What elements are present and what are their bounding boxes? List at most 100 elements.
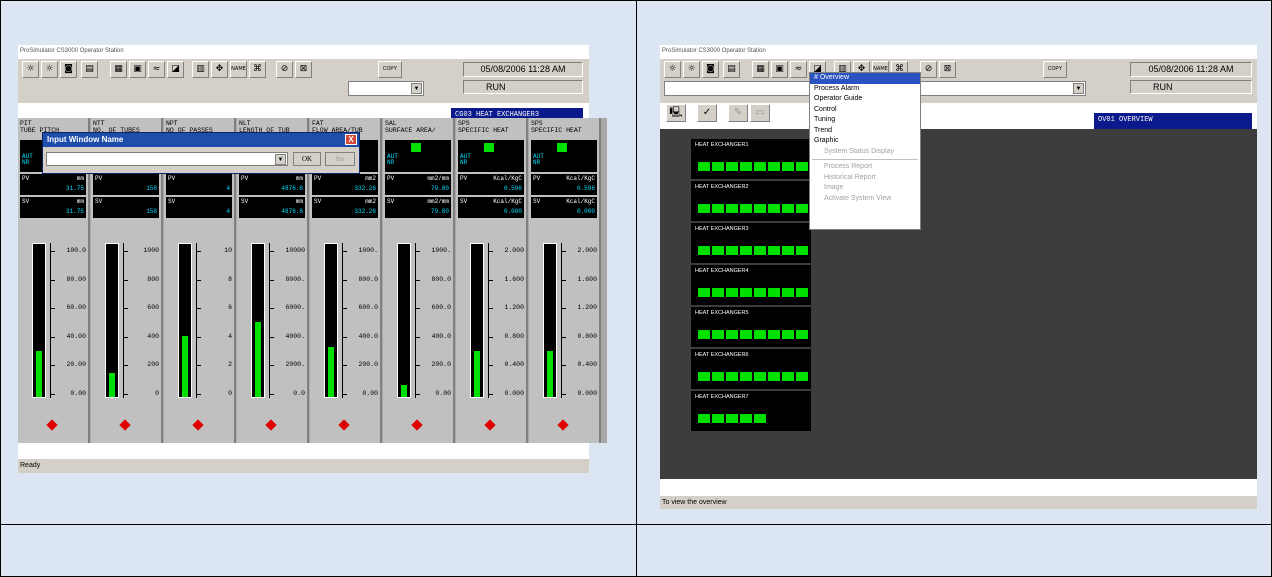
heat-exchanger-panel[interactable]: HEAT EXCHANGER6 [691,349,811,389]
scale-tick [489,308,493,309]
alarm-diamond-icon[interactable] [484,419,496,431]
scale-tick [489,251,493,252]
monitor-icon[interactable]: ▣ [129,61,146,78]
pv-display[interactable]: PV mm 4876.8 [239,174,305,195]
alarm-diamond-icon[interactable] [192,419,204,431]
scale-tick [562,393,566,395]
heat-exchanger-panel[interactable]: HEAT EXCHANGER4 [691,265,811,305]
name-icon[interactable]: NAME [230,61,247,78]
panel-icon[interactable]: ▤ [81,61,98,78]
tuning-icon[interactable]: ▦ [752,61,769,78]
trend-icon[interactable]: ≈ [790,61,807,78]
heat-exchanger-panel[interactable]: HEAT EXCHANGER1 [691,139,811,179]
menu-item[interactable]: Process Alarm [810,84,920,95]
chevron-down-icon[interactable]: ▼ [275,154,286,165]
network-icon[interactable]: ⊠ [295,61,312,78]
pv-display[interactable]: PV Kcal/KgC 0.596 [531,174,597,195]
sv-display[interactable]: SV mm2 332.26 [312,197,378,218]
window-title: ProSimulator CS3000 Operator Station [660,45,1257,59]
menu-item[interactable]: Control [810,105,920,116]
menu-item[interactable]: # Overview [810,73,920,84]
faceplate[interactable]: SPS SPECIFIC HEAT AUT NR PV Kcal/KgC 0.596 S… [456,118,528,443]
sv-display[interactable]: SV Kcal/KgC 0.000 [458,197,524,218]
pv-value: 158 [146,185,157,192]
alarm-diamond-icon[interactable] [119,419,131,431]
arrows-icon[interactable]: ✥ [211,61,228,78]
copy-button[interactable]: COPY [1043,61,1067,78]
alarm-icon[interactable]: ☼ [22,61,39,78]
faceplate-tag: PIT [20,120,32,127]
pv-display[interactable]: PV 4 [166,174,232,195]
heat-exchanger-panel[interactable]: HEAT EXCHANGER2 [691,181,811,221]
sv-display[interactable]: SV mm 4876.8 [239,197,305,218]
folder-icon[interactable]: ▭ [750,104,770,122]
sv-display[interactable]: SV 158 [93,197,159,218]
monitor-icon[interactable]: 🖳 [666,104,686,122]
scale-tick [343,279,347,281]
sv-display[interactable]: SV 4 [166,197,232,218]
heat-exchanger-panel[interactable]: HEAT EXCHANGER7 [691,391,811,431]
operator-icon[interactable]: ◙ [702,61,719,78]
status-block [754,162,766,171]
chevron-down-icon[interactable]: ▼ [1073,83,1084,94]
check-icon[interactable]: ✓ [697,104,717,122]
scale-label: 0.800 [577,332,597,340]
sv-display[interactable]: SV Kcal/KgC 0.000 [531,197,597,218]
trend-icon[interactable]: ≈ [148,61,165,78]
heat-exchanger-panel[interactable]: HEAT EXCHANGER3 [691,223,811,263]
pencil-icon[interactable]: ✎ [728,104,748,122]
scale-label: 2.000 [504,247,524,254]
link-icon[interactable]: ⌘ [249,61,266,78]
heat-exchanger-label: HEAT EXCHANGER5 [695,310,749,316]
close-icon[interactable]: X [345,134,357,145]
stop-icon[interactable]: ⊘ [276,61,293,78]
panel-icon[interactable]: ▤ [723,61,740,78]
alarm-icon[interactable]: ☼ [664,61,681,78]
stn-button[interactable]: Stn [325,152,355,166]
stop-icon[interactable]: ⊘ [920,61,937,78]
sv-display[interactable]: SV mm2/mm 79.80 [385,197,451,218]
guide-icon[interactable]: ☼ [41,61,58,78]
alarm-diamond-icon[interactable] [265,419,277,431]
scale-label: 2000. [285,361,305,368]
alarm-diamond-icon[interactable] [557,419,569,431]
status-block [698,162,710,171]
scale-tick [489,393,493,395]
graphic-icon[interactable]: ◪ [167,61,184,78]
monitor-icon[interactable]: ▣ [771,61,788,78]
status-block [698,204,710,213]
faceplate[interactable]: SPS SPECIFIC HEAT AUT NR PV Kcal/KgC 0.596 S… [529,118,601,443]
menu-item[interactable]: Tuning [810,115,920,126]
menu-item[interactable]: Trend [810,126,920,137]
pv-display[interactable]: PV mm2 332.26 [312,174,378,195]
ok-button[interactable]: OK [293,152,321,166]
pv-unit: Kcal/KgC [493,175,522,182]
pv-display[interactable]: PV Kcal/KgC 0.596 [458,174,524,195]
alarm-diamond-icon[interactable] [338,419,350,431]
control-icon[interactable]: ▥ [192,61,209,78]
network-icon[interactable]: ⊠ [939,61,956,78]
heat-exchanger-panel[interactable]: HEAT EXCHANGER5 [691,307,811,347]
menu-item[interactable]: Graphic [810,136,920,147]
pv-display[interactable]: PV 158 [93,174,159,195]
guide-icon[interactable]: ☼ [683,61,700,78]
sv-display[interactable]: SV mm 31.75 [20,197,86,218]
status-block [796,330,808,339]
pv-value: 4 [226,185,230,192]
pv-display[interactable]: PV mm 31.75 [20,174,86,195]
menu-item[interactable]: Operator Guide [810,94,920,105]
scale-label: 400.0 [358,332,378,340]
status-block [782,204,794,213]
chevron-down-icon[interactable]: ▼ [411,83,422,94]
function-select[interactable]: ▼ [348,81,424,96]
alarm-diamond-icon[interactable] [46,419,58,431]
copy-button[interactable]: COPY [378,61,402,78]
scale-tick [197,279,201,281]
operator-icon[interactable]: ◙ [60,61,77,78]
tuning-icon[interactable]: ▦ [110,61,127,78]
window-name-input[interactable]: ▼ [46,152,288,166]
faceplate-tag: SAL [385,120,397,127]
pv-display[interactable]: PV mm2/mm 79.80 [385,174,451,195]
alarm-diamond-icon[interactable] [411,419,423,431]
faceplate[interactable]: SAL SURFACE AREA/ AUT NR PV mm2/mm 79.80 SV m… [383,118,455,443]
